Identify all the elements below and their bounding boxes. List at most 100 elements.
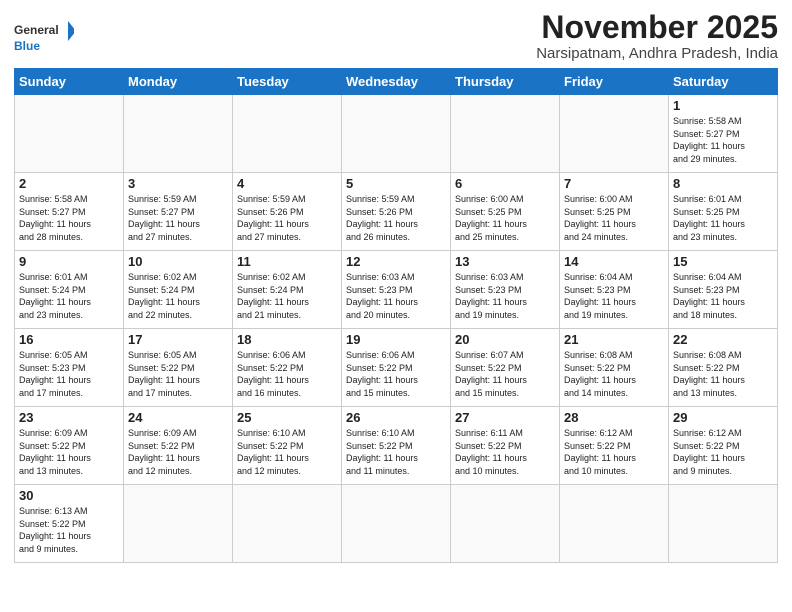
calendar-cell: 8Sunrise: 6:01 AM Sunset: 5:25 PM Daylig… [669, 173, 778, 251]
day-info: Sunrise: 5:59 AM Sunset: 5:26 PM Dayligh… [237, 193, 337, 243]
calendar-cell: 2 Sunrise: 5:58 AM Sunset: 5:27 PM Daylig… [15, 173, 124, 251]
day-number: 25 [237, 410, 337, 425]
calendar-cell: 10 Sunrise: 6:02 AM Sunset: 5:24 PM Dayli… [124, 251, 233, 329]
calendar-cell [15, 95, 124, 173]
calendar-cell: 9 Sunrise: 6:01 AM Sunset: 5:24 PM Daylig… [15, 251, 124, 329]
header-wednesday: Wednesday [342, 69, 451, 95]
calendar-cell [233, 485, 342, 563]
day-info: Sunrise: 6:10 AM Sunset: 5:22 PM Dayligh… [346, 427, 446, 477]
day-info: Sunrise: 6:02 AM Sunset: 5:24 PM Dayligh… [237, 271, 337, 321]
day-info: Sunrise: 5:59 AM Sunset: 5:27 PM Dayligh… [128, 193, 228, 243]
day-info: Sunrise: 6:10 AM Sunset: 5:22 PM Dayligh… [237, 427, 337, 477]
calendar-cell: 25 Sunrise: 6:10 AM Sunset: 5:22 PM Dayli… [233, 407, 342, 485]
header-tuesday: Tuesday [233, 69, 342, 95]
header-thursday: Thursday [451, 69, 560, 95]
calendar-row: 23 Sunrise: 6:09 AM Sunset: 5:22 PM Dayli… [15, 407, 778, 485]
day-number: 19 [346, 332, 446, 347]
day-info: Sunrise: 6:05 AM Sunset: 5:22 PM Dayligh… [128, 349, 228, 399]
day-info: Sunrise: 6:04 AM Sunset: 5:23 PM Dayligh… [564, 271, 664, 321]
day-number: 10 [128, 254, 228, 269]
day-info: Sunrise: 6:07 AM Sunset: 5:22 PM Dayligh… [455, 349, 555, 399]
logo: General Blue [14, 16, 74, 56]
svg-text:General: General [14, 23, 59, 37]
day-number: 7 [564, 176, 664, 191]
calendar-row: 1 Sunrise: 5:58 AM Sunset: 5:27 PM Daylig… [15, 95, 778, 173]
calendar-cell: 18Sunrise: 6:06 AM Sunset: 5:22 PM Dayli… [233, 329, 342, 407]
day-info: Sunrise: 6:05 AM Sunset: 5:23 PM Dayligh… [19, 349, 119, 399]
header-saturday: Saturday [669, 69, 778, 95]
day-info: Sunrise: 6:06 AM Sunset: 5:22 PM Dayligh… [346, 349, 446, 399]
day-number: 11 [237, 254, 337, 269]
day-info: Sunrise: 6:12 AM Sunset: 5:22 PM Dayligh… [673, 427, 773, 477]
day-info: Sunrise: 5:58 AM Sunset: 5:27 PM Dayligh… [673, 115, 773, 165]
month-title: November 2025 [536, 10, 778, 45]
calendar-cell: 20 Sunrise: 6:07 AM Sunset: 5:22 PM Dayli… [451, 329, 560, 407]
calendar-cell: 26Sunrise: 6:10 AM Sunset: 5:22 PM Dayli… [342, 407, 451, 485]
header-monday: Monday [124, 69, 233, 95]
day-number: 9 [19, 254, 119, 269]
day-info: Sunrise: 6:00 AM Sunset: 5:25 PM Dayligh… [455, 193, 555, 243]
day-info: Sunrise: 5:59 AM Sunset: 5:26 PM Dayligh… [346, 193, 446, 243]
calendar-cell [342, 95, 451, 173]
day-info: Sunrise: 6:04 AM Sunset: 5:23 PM Dayligh… [673, 271, 773, 321]
day-info: Sunrise: 6:03 AM Sunset: 5:23 PM Dayligh… [346, 271, 446, 321]
day-number: 13 [455, 254, 555, 269]
day-info: Sunrise: 6:03 AM Sunset: 5:23 PM Dayligh… [455, 271, 555, 321]
calendar-cell: 12 Sunrise: 6:03 AM Sunset: 5:23 PM Dayli… [342, 251, 451, 329]
day-number: 1 [673, 98, 773, 113]
day-info: Sunrise: 6:00 AM Sunset: 5:25 PM Dayligh… [564, 193, 664, 243]
logo-svg: General Blue [14, 16, 74, 56]
calendar-row: 30Sunrise: 6:13 AM Sunset: 5:22 PM Dayli… [15, 485, 778, 563]
calendar-cell: 17 Sunrise: 6:05 AM Sunset: 5:22 PM Dayli… [124, 329, 233, 407]
day-number: 5 [346, 176, 446, 191]
calendar-cell: 14 Sunrise: 6:04 AM Sunset: 5:23 PM Dayli… [560, 251, 669, 329]
calendar-cell: 24 Sunrise: 6:09 AM Sunset: 5:22 PM Dayli… [124, 407, 233, 485]
title-block: November 2025 Narsipatnam, Andhra Prades… [536, 10, 778, 62]
day-number: 17 [128, 332, 228, 347]
calendar-cell: 21Sunrise: 6:08 AM Sunset: 5:22 PM Dayli… [560, 329, 669, 407]
day-info: Sunrise: 6:09 AM Sunset: 5:22 PM Dayligh… [128, 427, 228, 477]
day-number: 18 [237, 332, 337, 347]
day-number: 14 [564, 254, 664, 269]
calendar-cell [560, 95, 669, 173]
calendar-cell: 1 Sunrise: 5:58 AM Sunset: 5:27 PM Daylig… [669, 95, 778, 173]
calendar-cell: 30Sunrise: 6:13 AM Sunset: 5:22 PM Dayli… [15, 485, 124, 563]
header: General Blue November 2025 Narsipatnam, … [14, 10, 778, 62]
day-number: 3 [128, 176, 228, 191]
day-number: 24 [128, 410, 228, 425]
day-info: Sunrise: 6:01 AM Sunset: 5:25 PM Dayligh… [673, 193, 773, 243]
calendar-cell: 4 Sunrise: 5:59 AM Sunset: 5:26 PM Daylig… [233, 173, 342, 251]
calendar-cell: 11 Sunrise: 6:02 AM Sunset: 5:24 PM Dayli… [233, 251, 342, 329]
day-number: 28 [564, 410, 664, 425]
day-info: Sunrise: 6:01 AM Sunset: 5:24 PM Dayligh… [19, 271, 119, 321]
calendar-row: 2 Sunrise: 5:58 AM Sunset: 5:27 PM Daylig… [15, 173, 778, 251]
calendar-cell: 28Sunrise: 6:12 AM Sunset: 5:22 PM Dayli… [560, 407, 669, 485]
calendar-cell [560, 485, 669, 563]
day-number: 4 [237, 176, 337, 191]
day-info: Sunrise: 5:58 AM Sunset: 5:27 PM Dayligh… [19, 193, 119, 243]
calendar: Sunday Monday Tuesday Wednesday Thursday… [14, 68, 778, 563]
calendar-cell [451, 485, 560, 563]
calendar-cell: 5 Sunrise: 5:59 AM Sunset: 5:26 PM Daylig… [342, 173, 451, 251]
header-friday: Friday [560, 69, 669, 95]
calendar-row: 9 Sunrise: 6:01 AM Sunset: 5:24 PM Daylig… [15, 251, 778, 329]
day-number: 20 [455, 332, 555, 347]
calendar-cell: 23Sunrise: 6:09 AM Sunset: 5:22 PM Dayli… [15, 407, 124, 485]
calendar-cell: 13 Sunrise: 6:03 AM Sunset: 5:23 PM Dayli… [451, 251, 560, 329]
day-number: 16 [19, 332, 119, 347]
day-number: 21 [564, 332, 664, 347]
day-info: Sunrise: 6:02 AM Sunset: 5:24 PM Dayligh… [128, 271, 228, 321]
day-number: 12 [346, 254, 446, 269]
calendar-cell [124, 485, 233, 563]
day-info: Sunrise: 6:13 AM Sunset: 5:22 PM Dayligh… [19, 505, 119, 555]
weekday-header-row: Sunday Monday Tuesday Wednesday Thursday… [15, 69, 778, 95]
calendar-cell: 7 Sunrise: 6:00 AM Sunset: 5:25 PM Daylig… [560, 173, 669, 251]
day-number: 27 [455, 410, 555, 425]
day-number: 29 [673, 410, 773, 425]
calendar-cell: 22Sunrise: 6:08 AM Sunset: 5:22 PM Dayli… [669, 329, 778, 407]
day-number: 23 [19, 410, 119, 425]
day-number: 2 [19, 176, 119, 191]
calendar-cell: 19 Sunrise: 6:06 AM Sunset: 5:22 PM Dayli… [342, 329, 451, 407]
calendar-cell: 15Sunrise: 6:04 AM Sunset: 5:23 PM Dayli… [669, 251, 778, 329]
calendar-cell [124, 95, 233, 173]
